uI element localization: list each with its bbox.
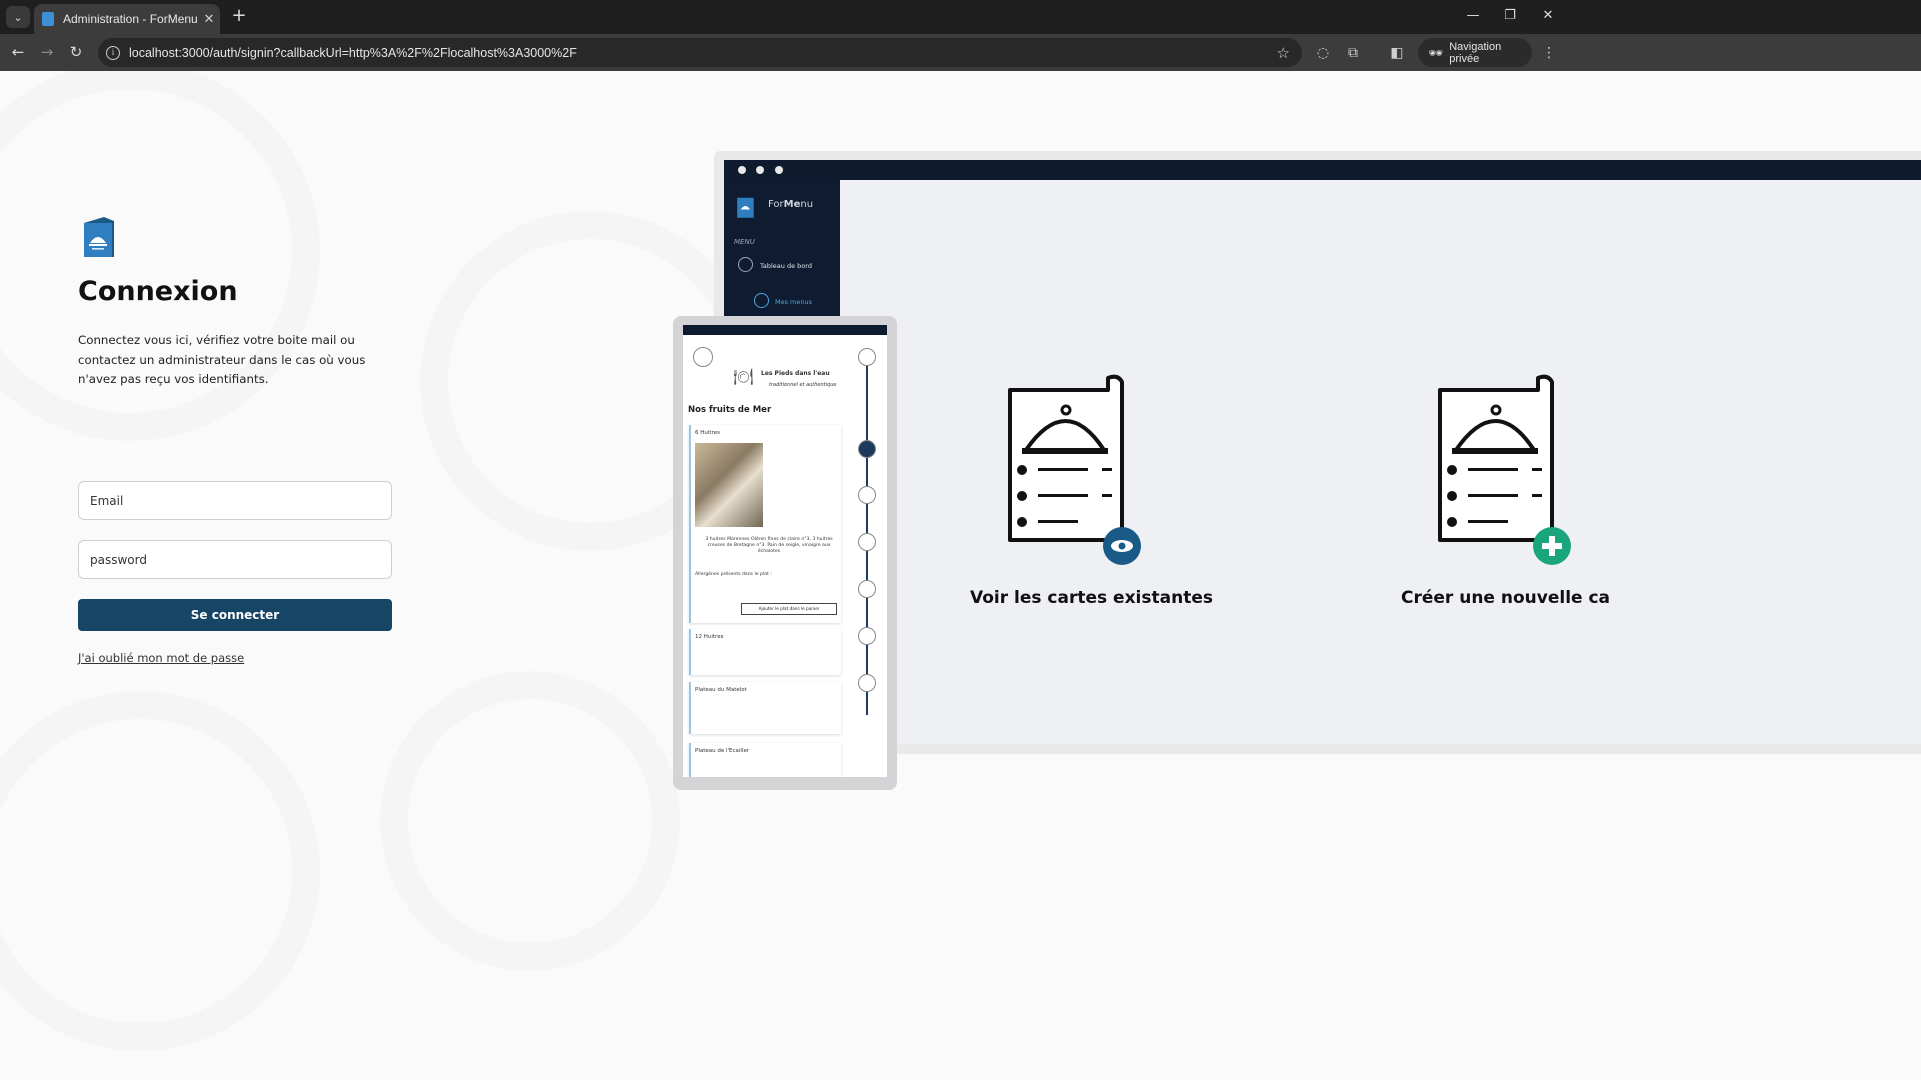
create-menu-title: Créer une nouvelle ca — [1401, 588, 1611, 608]
brand-part: nu — [800, 199, 814, 210]
mockup-nav-menus: Mes menus — [775, 298, 813, 306]
create-menu-icon — [1438, 374, 1571, 565]
forgot-password-link[interactable]: J'ai oublié mon mot de passe — [78, 651, 244, 665]
restaurant-logo-icon: 🍽 — [733, 367, 754, 386]
formenu-logo-icon — [84, 217, 114, 257]
background-pattern — [380, 671, 680, 971]
forward-icon[interactable]: → — [36, 41, 58, 63]
restaurant-name: Les Pieds dans l'eau — [761, 370, 830, 377]
dish-description: 3 huitres Marennes Oléron fines de clair… — [705, 537, 833, 554]
private-browsing-badge[interactable]: 🕶 Navigation privée — [1418, 38, 1532, 67]
incognito-icon: 🕶 — [1428, 45, 1444, 60]
private-label: Navigation privée — [1449, 40, 1502, 65]
email-field[interactable] — [78, 481, 392, 520]
oysters-photo — [695, 443, 763, 527]
brand-part: Me — [783, 199, 801, 210]
login-instructions: Connectez vous ici, vérifiez votre boite… — [78, 333, 366, 386]
dish-name: 6 Huitres — [695, 430, 720, 436]
minimize-icon[interactable]: — — [1463, 8, 1483, 23]
tab-title: Administration - ForMenu — [63, 12, 198, 26]
close-tab-icon[interactable]: ✕ — [198, 12, 220, 27]
mockup-nav-dashboard: Tableau de bord — [760, 262, 812, 270]
window-dot — [756, 166, 764, 174]
tab-search-button[interactable]: ⌄ — [6, 6, 30, 28]
hand-icon — [858, 580, 876, 598]
dish-card: Plateau de l'Ecailler — [689, 743, 841, 777]
active-tab[interactable]: Administration - ForMenu ✕ — [34, 4, 220, 34]
desktop-titlebar — [724, 160, 1921, 180]
side-panel-icon[interactable]: ◧ — [1387, 43, 1407, 63]
restaurant-tagline: traditionnel et authentique — [769, 382, 837, 388]
drink-icon — [858, 627, 876, 645]
mockup-brand: ForMenu — [768, 199, 813, 210]
cart-icon — [693, 347, 713, 367]
formenu-favicon-icon — [42, 12, 54, 26]
home-icon — [738, 257, 753, 272]
section-title: Nos fruits de Mer — [688, 405, 772, 415]
view-menus-title: Voir les cartes existantes — [970, 588, 1213, 608]
extensions-icon[interactable]: ⧉ — [1343, 43, 1363, 63]
url-text[interactable]: localhost:3000/auth/signin?callbackUrl=h… — [129, 46, 1277, 60]
mockup-logo-icon — [737, 197, 754, 218]
restore-icon[interactable]: ❐ — [1500, 8, 1520, 23]
bag-icon — [858, 674, 876, 692]
back-icon[interactable]: ← — [7, 41, 29, 63]
dish-card: 6 Huitres 3 huitres Marennes Oléron fine… — [689, 425, 841, 623]
cloche-icon — [858, 533, 876, 551]
search-icon — [858, 348, 876, 366]
reload-icon[interactable]: ↻ — [65, 41, 87, 63]
add-to-cart-button: Ajouter le plat dans le panier — [741, 603, 837, 615]
password-field[interactable] — [78, 540, 392, 579]
window-close-icon[interactable]: ✕ — [1538, 8, 1558, 23]
tab-bar: ⌄ Administration - ForMenu ✕ + — ❐ ✕ — [0, 0, 1921, 34]
signin-button[interactable]: Se connecter — [78, 599, 392, 631]
desktop-screen — [724, 160, 1921, 744]
window-dot — [738, 166, 746, 174]
dish-name: 12 Huitres — [695, 634, 724, 640]
new-tab-button[interactable]: + — [228, 6, 250, 28]
menu-icon — [754, 293, 769, 308]
background-pattern — [0, 691, 320, 1051]
address-bar[interactable]: i localhost:3000/auth/signin?callbackUrl… — [98, 38, 1302, 67]
dish-card: 12 Huitres — [689, 629, 841, 675]
view-menus-icon — [1008, 374, 1141, 565]
window-dot — [775, 166, 783, 174]
dish-name: Plateau de l'Ecailler — [695, 748, 750, 754]
seafood-icon — [858, 440, 876, 458]
browser-toolbar: ← → ↻ i localhost:3000/auth/signin?callb… — [0, 34, 1921, 71]
phone-statusbar — [683, 325, 887, 335]
allergens-label: Allergènes présents dans le plat : — [695, 572, 772, 577]
site-info-icon[interactable]: i — [106, 45, 120, 60]
brand-part: For — [768, 199, 784, 210]
browser-menu-icon[interactable]: ⋮ — [1539, 43, 1559, 63]
mockup-menu-label: MENU — [734, 238, 755, 246]
dish-name: Plateau du Matelot — [695, 687, 747, 693]
phone-screen: 🍽 Les Pieds dans l'eau traditionnel et a… — [683, 325, 887, 777]
dish-card: Plateau du Matelot — [689, 682, 841, 734]
utensils-icon — [858, 486, 876, 504]
page-title: Connexion — [78, 276, 238, 307]
bookmark-star-icon[interactable]: ☆ — [1277, 44, 1290, 62]
eye-off-icon[interactable]: ◌ — [1313, 43, 1333, 63]
